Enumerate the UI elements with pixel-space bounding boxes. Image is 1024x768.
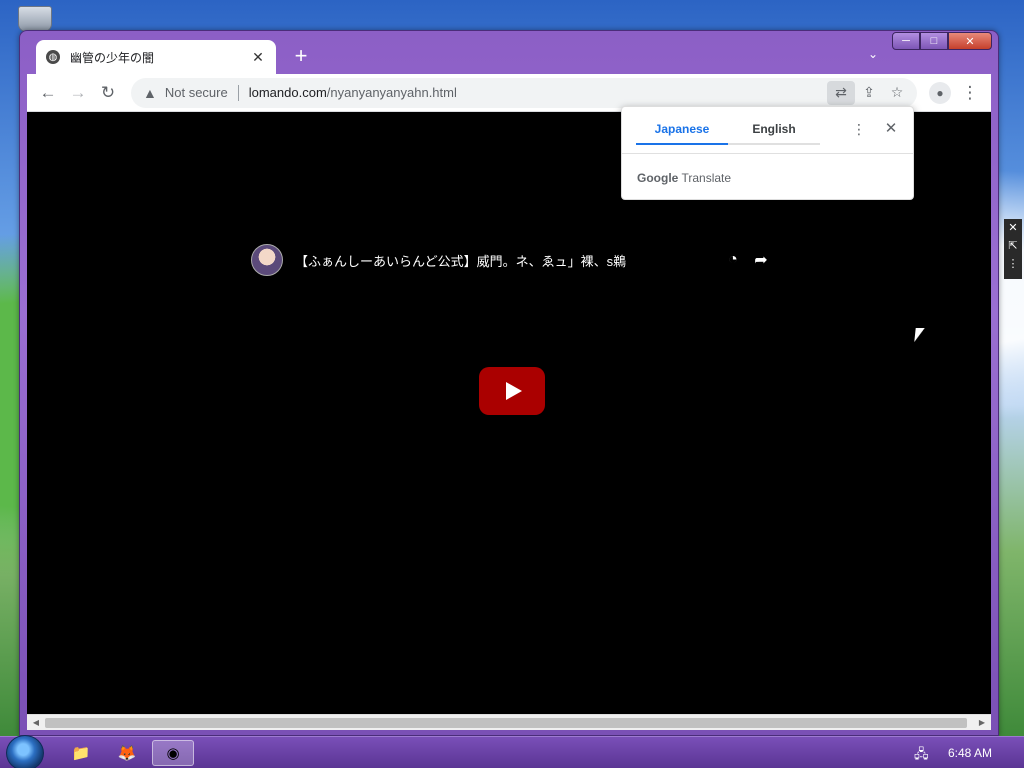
translate-language-tabs: Japanese English [636, 117, 820, 145]
profile-icon[interactable]: ● [929, 81, 951, 104]
scrollbar-thumb[interactable] [45, 718, 967, 728]
page-content: 【ふぁんしーあいらんど公式】威門。ネ、ゑュ」裸、s鵜 ◔ ➦ [27, 112, 991, 714]
url-path: /nyanyanyanyahn.html [326, 85, 457, 100]
taskbar-clock[interactable]: 6:48 AM [948, 746, 992, 760]
tab-close-icon[interactable]: ✕ [250, 49, 266, 66]
maximize-button[interactable]: □ [920, 32, 948, 50]
scroll-right-icon[interactable]: ▶ [975, 716, 989, 730]
video-title[interactable]: 【ふぁんしーあいらんど公式】威門。ネ、ゑュ」裸、s鵜 [295, 251, 719, 270]
window-controls: ─ □ ✕ [892, 32, 992, 50]
share-icon[interactable]: ⇪ [855, 81, 883, 105]
channel-avatar[interactable] [251, 244, 283, 276]
google-logo-text: Google [637, 171, 679, 185]
tab-search-icon[interactable]: ⌄ [868, 47, 878, 61]
translate-divider [622, 153, 913, 154]
network-icon[interactable]: 🖧 [914, 745, 929, 767]
minimize-button[interactable]: ─ [892, 32, 920, 50]
taskbar: 📁 🦊 ◉ 🖧 6:48 AM [0, 735, 1024, 768]
security-status[interactable]: Not secure [165, 85, 228, 100]
tab-target-language[interactable]: English [728, 117, 820, 145]
gadget-grip-icon[interactable]: ⋮ [1008, 255, 1019, 273]
watch-later-clock-icon[interactable]: ◔ [719, 246, 747, 274]
menu-dots-icon[interactable]: ⋮ [955, 78, 985, 108]
bookmark-star-icon[interactable]: ☆ [883, 81, 911, 105]
file-explorer-icon[interactable]: 📁 [60, 740, 102, 766]
close-window-button[interactable]: ✕ [948, 32, 992, 50]
address-bar[interactable]: ▲ Not secure lomando.com/nyanyanyanyahn.… [131, 77, 917, 108]
gadget-resize-icon[interactable]: ⇱ [1008, 237, 1017, 255]
reload-icon[interactable]: ↻ [93, 78, 123, 108]
scroll-left-icon[interactable]: ◀ [29, 716, 43, 730]
translate-icon[interactable]: ⇄ [827, 80, 855, 105]
video-header: 【ふぁんしーあいらんど公式】威門。ネ、ゑュ」裸、s鵜 ◔ ➦ [251, 243, 775, 277]
gadget-close-icon[interactable]: ✕ [1008, 219, 1017, 237]
warning-icon[interactable]: ▲ [143, 85, 157, 101]
browser-tab[interactable]: ◍ 幽管の少年の闇 ✕ [36, 40, 276, 74]
translate-label: Translate [681, 171, 732, 185]
url-text[interactable]: lomando.com/nyanyanyanyahn.html [249, 85, 827, 100]
start-button[interactable] [6, 735, 44, 768]
address-separator [237, 84, 239, 101]
desktop-gadget-controls: ✕ ⇱ ⋮ [1004, 219, 1022, 279]
play-icon [506, 382, 522, 400]
translate-close-icon[interactable]: ✕ [882, 119, 900, 137]
new-tab-button[interactable]: + [288, 43, 314, 69]
tab-title: 幽管の少年の闇 [70, 50, 155, 65]
recycle-bin-icon[interactable] [18, 6, 52, 32]
tab-source-language[interactable]: Japanese [636, 117, 728, 145]
video-play-button[interactable] [479, 367, 545, 415]
back-arrow-icon[interactable]: ← [33, 78, 63, 108]
globe-icon: ◍ [46, 50, 60, 64]
mouse-cursor-icon [914, 328, 925, 342]
forward-arrow-icon[interactable]: → [63, 78, 93, 108]
translate-options-icon[interactable]: ⋮ [852, 121, 866, 138]
google-translate-brand: Google Translate [637, 171, 731, 185]
horizontal-scrollbar[interactable]: ◀ ▶ [27, 714, 991, 730]
translate-popup: Japanese English ⋮ ✕ Google Translate [621, 106, 914, 200]
share-arrow-icon[interactable]: ➦ [747, 246, 775, 274]
chrome-icon[interactable]: ◉ [152, 740, 194, 766]
url-host: lomando.com [248, 85, 327, 100]
firefox-icon[interactable]: 🦊 [106, 740, 148, 766]
